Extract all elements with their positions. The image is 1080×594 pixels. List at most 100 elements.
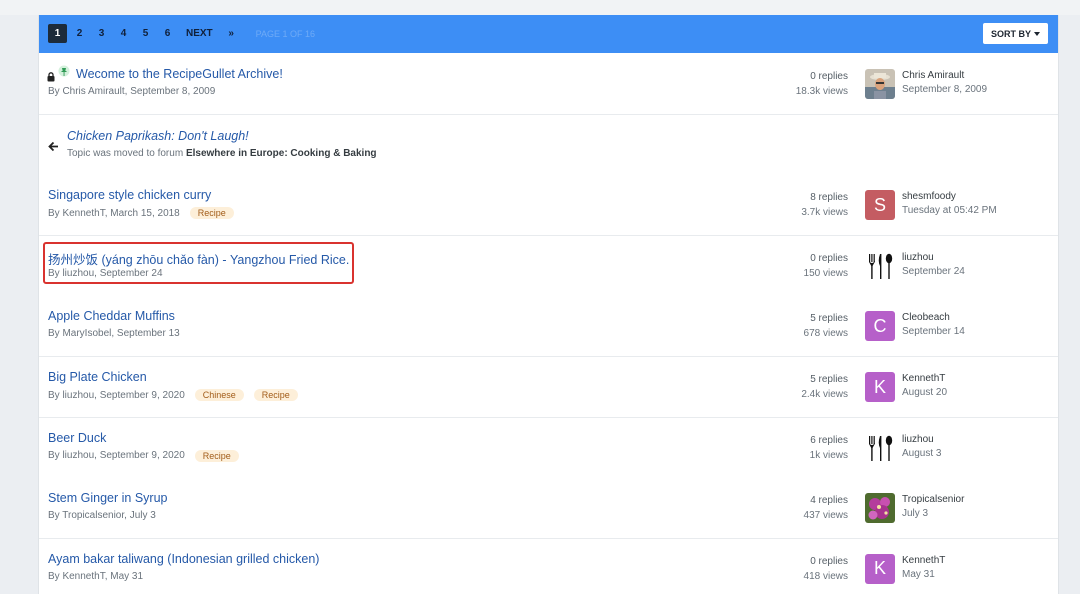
last-poster-name[interactable]: Cleobeach: [902, 311, 965, 325]
topic-tag[interactable]: Chinese: [194, 389, 244, 401]
topic-row: Apple Cheddar Muffins By MaryIsobel, Sept…: [39, 296, 1058, 358]
topic-stats: 0 replies 18.3k views: [796, 69, 848, 99]
topic-author-date: By KennethT, March 15, 2018: [48, 207, 180, 219]
last-poster-avatar[interactable]: [865, 433, 895, 463]
avatar-letter: C: [873, 315, 887, 336]
reply-count: 5 replies: [810, 374, 848, 385]
topic-meta: By MaryIsobel, September 13: [48, 328, 180, 339]
view-count: 678 views: [803, 328, 848, 340]
page-1-button[interactable]: 1: [48, 24, 67, 43]
sort-by-button[interactable]: SORT BY: [982, 23, 1048, 44]
highlight-box: [43, 241, 354, 284]
last-poster-name[interactable]: Chris Amirault: [902, 69, 987, 83]
last-post-date[interactable]: May 31: [902, 568, 945, 582]
avatar-letter: S: [873, 194, 886, 215]
topic-tag[interactable]: Recipe: [194, 449, 239, 462]
topic-row: Stem Ginger in Syrup By Tropicalsenior, J…: [39, 478, 1058, 540]
view-count: 150 views: [803, 267, 848, 279]
last-poster-name[interactable]: KennethT: [902, 372, 947, 386]
last-poster-avatar[interactable]: [865, 69, 895, 99]
reply-count: 0 replies: [810, 252, 848, 264]
topic-author-date: By Tropicalsenior, July 3: [48, 510, 156, 522]
page-6-button[interactable]: 6: [158, 24, 177, 43]
last-poster-avatar[interactable]: K: [865, 553, 895, 584]
topic-meta: By KennethT, May 31: [48, 571, 143, 582]
moved-topic-note: Topic was moved to forum Elsewhere in Eu…: [67, 148, 377, 159]
topic-author-date: By MaryIsobel, September 13: [48, 328, 180, 340]
topic-author-date: By KennethT, May 31: [48, 570, 144, 582]
topic-row: 扬州炒饭 (yáng zhōu chǎo fàn) - Yangzhou Fri…: [39, 235, 1058, 297]
topic-title-link[interactable]: Ayam bakar taliwang (Indonesian grilled …: [48, 552, 319, 566]
reply-count: 4 replies: [810, 495, 848, 507]
topic-row: Ayam bakar taliwang (Indonesian grilled …: [39, 538, 1058, 594]
last-poster-name[interactable]: KennethT: [902, 554, 945, 568]
topic-meta: By KennethT, March 15, 2018 Recipe: [48, 207, 234, 220]
topic-stats: 5 replies 678 views: [804, 311, 848, 341]
page-2-button[interactable]: 2: [70, 24, 89, 43]
topic-list-panel: 1 2 3 4 5 6 NEXT » PAGE 1 OF 16 SORT BY …: [38, 15, 1059, 594]
last-post-info: Tropicalsenior July 3: [902, 493, 964, 521]
pin-icon: [58, 65, 70, 84]
page-3-button[interactable]: 3: [92, 24, 111, 43]
topic-title-link[interactable]: Big Plate Chicken: [48, 370, 147, 384]
topic-author-date: By liuzhou, September 9, 2020: [48, 450, 185, 462]
moved-topic-title[interactable]: Chicken Paprikash: Don't Laugh!: [67, 129, 249, 143]
topic-title-link[interactable]: Stem Ginger in Syrup: [48, 491, 168, 505]
topic-title-link[interactable]: Singapore style chicken curry: [48, 188, 211, 202]
topic-author-date: By liuzhou, September 9, 2020: [48, 389, 185, 401]
lock-icon: [47, 69, 55, 87]
view-count: 437 views: [803, 510, 848, 522]
topic-row: Beer Duck By liuzhou, September 9, 2020 Re…: [39, 417, 1058, 479]
last-poster-avatar[interactable]: [865, 493, 895, 524]
last-poster-name[interactable]: Tropicalsenior: [902, 493, 964, 507]
reply-count: 8 replies: [810, 192, 848, 204]
topic-stats: 6 replies 1k views: [810, 433, 848, 463]
topic-title-link[interactable]: Apple Cheddar Muffins: [48, 309, 175, 323]
reply-count: 0 replies: [810, 71, 848, 82]
last-page-button[interactable]: »: [222, 24, 241, 43]
last-post-date[interactable]: August 20: [902, 386, 947, 400]
last-poster-avatar[interactable]: S: [865, 190, 895, 221]
page-info: PAGE 1 OF 16: [255, 28, 316, 39]
view-count: 418 views: [803, 570, 848, 582]
last-poster-name[interactable]: liuzhou: [902, 251, 965, 265]
caret-down-icon: [1034, 31, 1040, 36]
topic-row: Chicken Paprikash: Don't Laugh! Topic was…: [39, 114, 1058, 176]
last-poster-avatar[interactable]: K: [865, 372, 895, 402]
topic-author-date: By Chris Amirault, September 8, 2009: [48, 86, 216, 97]
moved-forum-link[interactable]: Elsewhere in Europe: Cooking & Baking: [186, 148, 377, 159]
reply-count: 0 replies: [810, 555, 848, 567]
last-poster-avatar[interactable]: C: [865, 311, 895, 342]
topic-meta: By liuzhou, September 9, 2020 Recipe: [48, 449, 239, 462]
last-post-date[interactable]: August 3: [902, 447, 941, 461]
last-post-date[interactable]: September 14: [902, 325, 965, 339]
sort-by-label: SORT BY: [990, 28, 1031, 39]
topic-tag[interactable]: Recipe: [253, 389, 298, 401]
last-post-date[interactable]: Tuesday at 05:42 PM: [902, 204, 997, 218]
last-poster-name[interactable]: shesmfoody: [902, 190, 997, 204]
topic-stats: 8 replies 3.7k views: [801, 190, 848, 220]
last-post-date[interactable]: September 24: [902, 265, 965, 279]
avatar-letter: K: [873, 558, 886, 579]
topic-meta: By Chris Amirault, September 8, 2009: [48, 86, 215, 97]
next-page-button[interactable]: NEXT: [180, 24, 219, 43]
last-post-date[interactable]: September 8, 2009: [902, 83, 987, 97]
topic-title-link[interactable]: Wecome to the RecipeGullet Archive!: [76, 67, 283, 81]
last-poster-name[interactable]: liuzhou: [902, 433, 941, 447]
last-post-info: Chris Amirault September 8, 2009: [902, 69, 987, 97]
reply-count: 5 replies: [810, 313, 848, 325]
last-post-info: shesmfoody Tuesday at 05:42 PM: [902, 190, 997, 218]
topic-row: Singapore style chicken curry By KennethT…: [39, 175, 1058, 237]
top-strip: [0, 0, 1080, 15]
view-count: 1k views: [809, 449, 848, 461]
reply-count: 6 replies: [810, 434, 848, 446]
page-5-button[interactable]: 5: [136, 24, 155, 43]
last-poster-avatar[interactable]: [865, 251, 895, 281]
last-post-date[interactable]: July 3: [902, 507, 964, 521]
page-4-button[interactable]: 4: [114, 24, 133, 43]
avatar-letter: K: [873, 376, 886, 397]
arrow-left-icon: [48, 139, 59, 157]
view-count: 18.3k views: [795, 86, 848, 97]
topic-title-link[interactable]: Beer Duck: [48, 431, 106, 445]
topic-tag[interactable]: Recipe: [189, 207, 234, 220]
